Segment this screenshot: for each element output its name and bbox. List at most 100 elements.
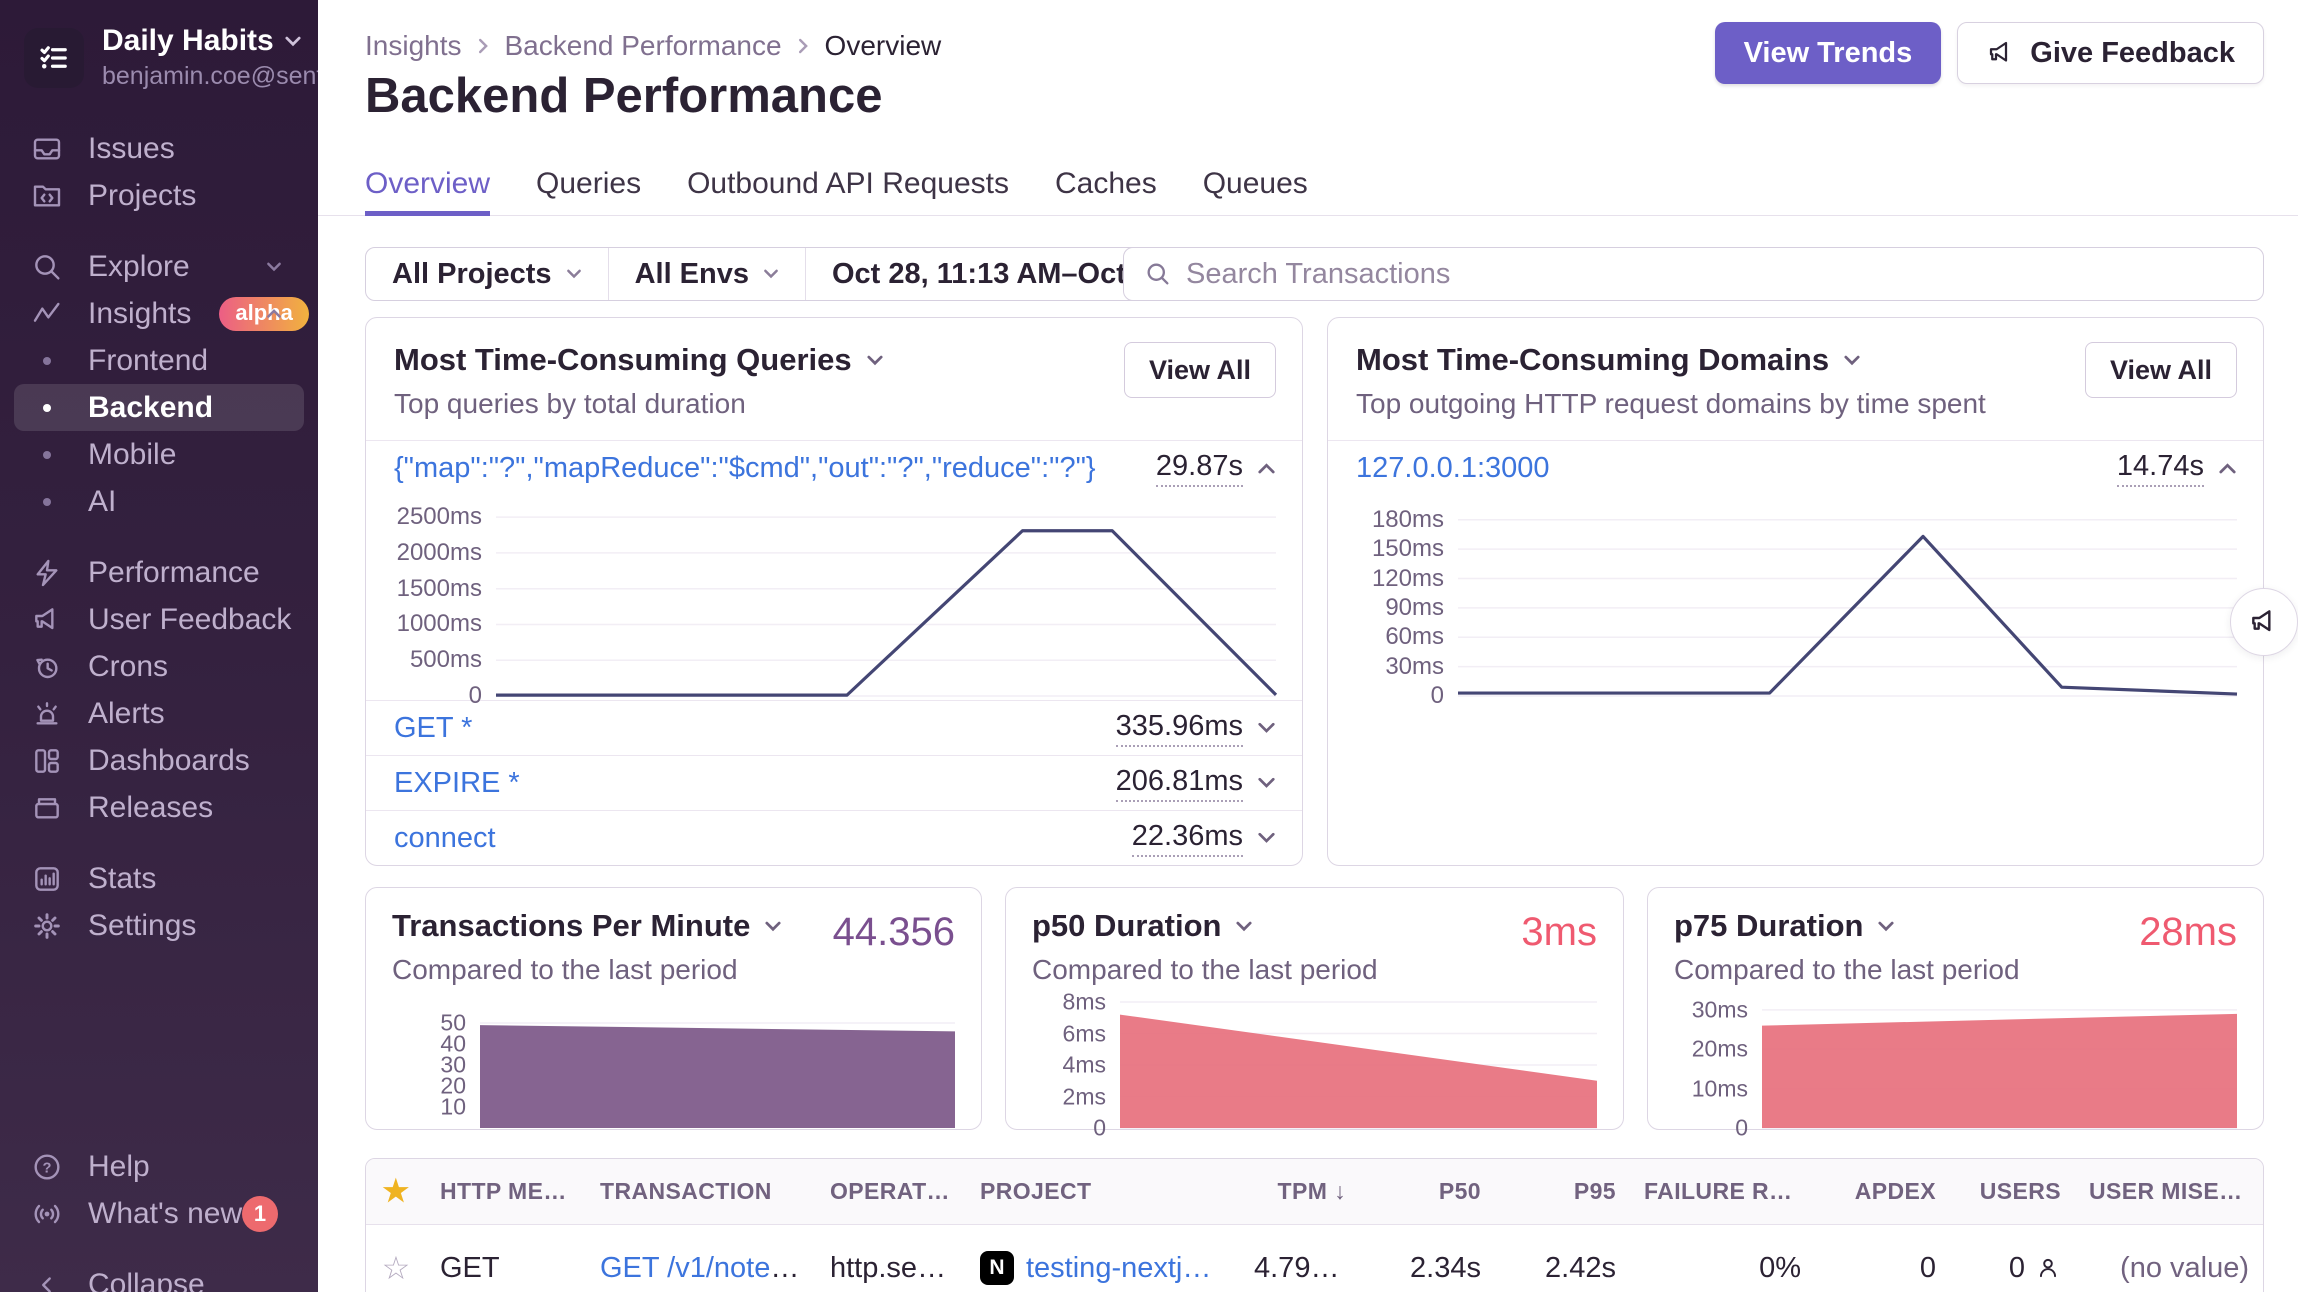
lightning-icon [30, 557, 64, 589]
tab-bar: Overview Queries Outbound API Requests C… [318, 157, 2298, 216]
tab-caches[interactable]: Caches [1055, 157, 1157, 216]
p95-cell: 2.42s [1495, 1252, 1630, 1285]
p50-chart: 8ms6ms4ms2ms0 [1032, 986, 1597, 1128]
star-toggle-icon[interactable]: ☆ [382, 1250, 411, 1286]
sidebar-item-issues[interactable]: Issues [0, 125, 318, 172]
star-icon[interactable]: ★ [382, 1175, 409, 1208]
whats-new-count-badge: 1 [242, 1196, 278, 1232]
query-row: GET * 335.96ms [366, 700, 1302, 755]
query-link[interactable]: connect [394, 822, 496, 855]
col-project[interactable]: PROJECT [966, 1178, 1240, 1205]
chevron-down-icon[interactable] [1877, 921, 1895, 932]
megaphone-icon [30, 604, 64, 636]
sidebar-item-frontend[interactable]: Frontend [0, 337, 318, 384]
breadcrumb-insights[interactable]: Insights [365, 30, 462, 62]
sidebar-item-help[interactable]: ? Help [0, 1143, 318, 1190]
domains-view-all-button[interactable]: View All [2085, 342, 2237, 398]
sidebar-item-backend[interactable]: Backend [14, 384, 304, 431]
sidebar-item-explore[interactable]: Explore [0, 243, 318, 290]
queries-chart-yaxis: 2500ms2000ms1500ms1000ms500ms0 [366, 510, 496, 696]
transactions-table: ★ HTTP METHOD TRANSACTION OPERATION PROJ… [365, 1158, 2264, 1292]
col-failure-rate[interactable]: FAILURE RATE [1630, 1178, 1815, 1205]
org-logo [24, 28, 84, 88]
sidebar-item-user-feedback[interactable]: User Feedback [0, 596, 318, 643]
search-transactions-box [1123, 247, 2264, 301]
query-link[interactable]: GET * [394, 712, 472, 745]
tpm-card-title: Transactions Per Minute [392, 908, 750, 944]
chevron-down-icon[interactable] [1257, 722, 1276, 734]
give-feedback-button[interactable]: Give Feedback [1957, 22, 2264, 84]
col-transaction[interactable]: TRANSACTION [586, 1178, 816, 1205]
view-trends-button[interactable]: View Trends [1715, 22, 1942, 84]
chevron-down-icon[interactable] [1235, 921, 1253, 932]
query-link[interactable]: EXPIRE * [394, 767, 520, 800]
p50-card-title: p50 Duration [1032, 908, 1221, 944]
page-title: Backend Performance [365, 68, 882, 124]
checklist-icon [36, 40, 72, 76]
environment-filter[interactable]: All Envs [608, 248, 805, 300]
query-link[interactable]: {"map":"?","mapReduce":"$cmd","out":"?",… [394, 452, 1096, 485]
tab-queries[interactable]: Queries [536, 157, 641, 216]
sidebar-item-crons[interactable]: Crons [0, 643, 318, 690]
sidebar-item-performance[interactable]: Performance [0, 549, 318, 596]
p75-chart-plot [1762, 1002, 2237, 1128]
chevron-up-icon[interactable] [1257, 463, 1276, 475]
p50-value: 3ms [1521, 910, 1597, 955]
col-apdex[interactable]: APDEX [1815, 1178, 1950, 1205]
table-header-row: ★ HTTP METHOD TRANSACTION OPERATION PROJ… [366, 1159, 2263, 1225]
project-filter[interactable]: All Projects [366, 248, 608, 300]
col-user-misery[interactable]: USER MISERY [2075, 1178, 2263, 1205]
sort-arrow-icon: ↓ [1334, 1178, 1346, 1204]
sidebar-item-dashboards[interactable]: Dashboards [0, 737, 318, 784]
sidebar-item-whats-new[interactable]: What's new 1 [0, 1190, 318, 1237]
sidebar-collapse-button[interactable]: Collapse [0, 1261, 318, 1292]
p50-cell: 2.34s [1360, 1252, 1495, 1285]
tab-outbound-api-requests[interactable]: Outbound API Requests [687, 157, 1009, 216]
tab-queues[interactable]: Queues [1203, 157, 1308, 216]
chevron-down-icon[interactable] [866, 355, 884, 366]
tab-overview[interactable]: Overview [365, 157, 490, 216]
col-http-method[interactable]: HTTP METHOD [426, 1178, 586, 1205]
project-link[interactable]: testing-nextj… [1026, 1252, 1211, 1285]
queries-panel-title: Most Time-Consuming Queries [394, 342, 852, 378]
chevron-up-icon[interactable] [2218, 463, 2237, 475]
bullet-dot [43, 357, 51, 365]
chevron-down-icon[interactable] [1843, 355, 1861, 366]
queries-chart: 2500ms2000ms1500ms1000ms500ms0 [366, 496, 1302, 696]
feedback-fab-button[interactable] [2230, 588, 2298, 656]
search-input[interactable] [1186, 258, 2243, 291]
tpm-value: 44.356 [833, 910, 955, 955]
col-operation[interactable]: OPERATION [816, 1178, 966, 1205]
sidebar-item-settings[interactable]: Settings [0, 902, 318, 949]
broadcast-icon [30, 1198, 64, 1230]
tpm-card: Transactions Per Minute Compared to the … [365, 887, 982, 1130]
col-users[interactable]: USERS [1950, 1178, 2075, 1205]
domains-chart-yaxis: 180ms150ms120ms90ms60ms30ms0 [1328, 510, 1458, 696]
sidebar-item-mobile[interactable]: Mobile [0, 431, 318, 478]
sidebar-item-releases[interactable]: Releases [0, 784, 318, 831]
breadcrumb-backend-performance[interactable]: Backend Performance [505, 30, 782, 62]
header-actions: View Trends Give Feedback [1715, 22, 2264, 84]
explore-icon [30, 251, 64, 283]
query-row: {"map":"?","mapReduce":"$cmd","out":"?",… [366, 441, 1302, 496]
org-switcher[interactable]: Daily Habits benjamin.coe@sent… [0, 0, 318, 111]
transaction-link[interactable]: GET /v1/notes/t… [600, 1252, 816, 1284]
chevron-down-icon[interactable] [1257, 777, 1276, 789]
sidebar-item-stats[interactable]: Stats [0, 855, 318, 902]
queries-view-all-button[interactable]: View All [1124, 342, 1276, 398]
col-tpm[interactable]: TPM ↓ [1240, 1178, 1360, 1205]
domain-link[interactable]: 127.0.0.1:3000 [1356, 452, 1550, 485]
sidebar-item-alerts[interactable]: Alerts [0, 690, 318, 737]
sidebar-item-projects[interactable]: Projects [0, 172, 318, 219]
col-p50[interactable]: P50 [1360, 1178, 1495, 1205]
col-p95[interactable]: P95 [1495, 1178, 1630, 1205]
p75-value: 28ms [2139, 910, 2237, 955]
chevron-down-icon[interactable] [764, 921, 782, 932]
p50-card: p50 Duration Compared to the last period… [1005, 887, 1624, 1130]
domains-panel-header: Most Time-Consuming Domains Top outgoing… [1328, 318, 2263, 441]
chevron-down-icon[interactable] [1257, 832, 1276, 844]
nextjs-project-icon: N [980, 1251, 1014, 1285]
p75-chart: 30ms20ms10ms0 [1674, 986, 2237, 1128]
sidebar-item-insights[interactable]: Insights alpha [0, 290, 318, 337]
sidebar-item-ai[interactable]: AI [0, 478, 318, 525]
